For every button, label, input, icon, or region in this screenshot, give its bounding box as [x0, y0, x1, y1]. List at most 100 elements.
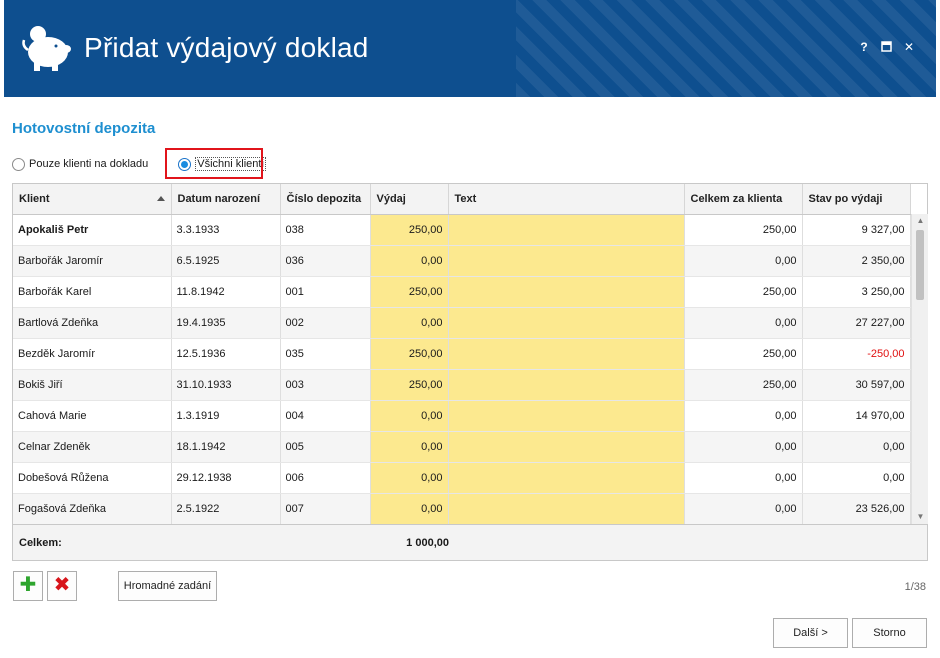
table-row[interactable]: Cahová Marie 1.3.1919 004 0,00 0,00 14 9…: [13, 400, 911, 432]
cell-vydaj[interactable]: 0,00: [370, 493, 449, 525]
cell-cislo[interactable]: 005: [280, 431, 371, 463]
cell-celkem[interactable]: 0,00: [684, 462, 803, 494]
cell-klient[interactable]: Bezděk Jaromír: [13, 338, 172, 370]
cell-vydaj[interactable]: 250,00: [370, 338, 449, 370]
cell-vydaj[interactable]: 0,00: [370, 307, 449, 339]
cell-stav[interactable]: 27 227,00: [802, 307, 911, 339]
cell-text[interactable]: [448, 493, 685, 525]
cell-klient[interactable]: Bartlová Zdeňka: [13, 307, 172, 339]
cell-datum[interactable]: 2.5.1922: [171, 493, 281, 525]
cell-klient[interactable]: Barbořák Karel: [13, 276, 172, 308]
add-row-button[interactable]: ✚: [13, 571, 43, 601]
column-header-celkem[interactable]: Celkem za klienta: [684, 184, 803, 215]
cell-text[interactable]: [448, 307, 685, 339]
column-header-text[interactable]: Text: [448, 184, 685, 215]
table-row[interactable]: Barbořák Jaromír 6.5.1925 036 0,00 0,00 …: [13, 245, 911, 277]
cell-vydaj[interactable]: 0,00: [370, 462, 449, 494]
column-header-klient[interactable]: Klient: [13, 184, 172, 215]
close-button[interactable]: ✕: [902, 40, 916, 54]
cell-datum[interactable]: 3.3.1933: [171, 214, 281, 246]
cell-klient[interactable]: Barbořák Jaromír: [13, 245, 172, 277]
delete-row-button[interactable]: ✖: [47, 571, 77, 601]
cell-text[interactable]: [448, 214, 685, 246]
table-row[interactable]: Bartlová Zdeňka 19.4.1935 002 0,00 0,00 …: [13, 307, 911, 339]
cell-cislo[interactable]: 006: [280, 462, 371, 494]
cell-stav[interactable]: 0,00: [802, 431, 911, 463]
cell-datum[interactable]: 29.12.1938: [171, 462, 281, 494]
cell-cislo[interactable]: 001: [280, 276, 371, 308]
table-row[interactable]: Bokiš Jiří 31.10.1933 003 250,00 250,00 …: [13, 369, 911, 401]
cell-datum[interactable]: 31.10.1933: [171, 369, 281, 401]
cell-datum[interactable]: 6.5.1925: [171, 245, 281, 277]
cell-vydaj[interactable]: 250,00: [370, 276, 449, 308]
cell-stav[interactable]: 2 350,00: [802, 245, 911, 277]
cell-cislo[interactable]: 004: [280, 400, 371, 432]
cell-vydaj[interactable]: 0,00: [370, 245, 449, 277]
cell-celkem[interactable]: 250,00: [684, 369, 803, 401]
radio-only-on-document[interactable]: Pouze klienti na dokladu: [12, 157, 148, 171]
table-row[interactable]: Apokališ Petr 3.3.1933 038 250,00 250,00…: [13, 214, 911, 246]
cell-celkem[interactable]: 250,00: [684, 276, 803, 308]
cell-cislo[interactable]: 035: [280, 338, 371, 370]
cell-cislo[interactable]: 036: [280, 245, 371, 277]
cell-stav[interactable]: 0,00: [802, 462, 911, 494]
next-button[interactable]: Další >: [773, 618, 848, 648]
cell-vydaj[interactable]: 250,00: [370, 369, 449, 401]
table-row[interactable]: Dobešová Růžena 29.12.1938 006 0,00 0,00…: [13, 462, 911, 494]
cell-datum[interactable]: 1.3.1919: [171, 400, 281, 432]
column-header-vydaj[interactable]: Výdaj: [370, 184, 449, 215]
cell-klient[interactable]: Dobešová Růžena: [13, 462, 172, 494]
cell-vydaj[interactable]: 250,00: [370, 214, 449, 246]
cell-celkem[interactable]: 250,00: [684, 214, 803, 246]
help-button[interactable]: ?: [857, 40, 871, 54]
table-row[interactable]: Barbořák Karel 11.8.1942 001 250,00 250,…: [13, 276, 911, 308]
scroll-down-icon[interactable]: ▼: [912, 510, 929, 524]
cell-datum[interactable]: 18.1.1942: [171, 431, 281, 463]
cell-text[interactable]: [448, 462, 685, 494]
table-row[interactable]: Fogašová Zdeňka 2.5.1922 007 0,00 0,00 2…: [13, 493, 911, 525]
cell-stav[interactable]: 30 597,00: [802, 369, 911, 401]
cell-stav[interactable]: 23 526,00: [802, 493, 911, 525]
cell-stav[interactable]: -250,00: [802, 338, 911, 370]
vertical-scrollbar[interactable]: ▲ ▼: [911, 214, 928, 524]
cell-text[interactable]: [448, 276, 685, 308]
cell-stav[interactable]: 3 250,00: [802, 276, 911, 308]
cell-celkem[interactable]: 0,00: [684, 245, 803, 277]
bulk-entry-button[interactable]: Hromadné zadání: [118, 571, 217, 601]
cell-klient[interactable]: Apokališ Petr: [13, 214, 172, 246]
cell-vydaj[interactable]: 0,00: [370, 400, 449, 432]
cell-celkem[interactable]: 0,00: [684, 431, 803, 463]
cell-vydaj[interactable]: 0,00: [370, 431, 449, 463]
cell-klient[interactable]: Celnar Zdeněk: [13, 431, 172, 463]
cell-celkem[interactable]: 250,00: [684, 338, 803, 370]
table-row[interactable]: Celnar Zdeněk 18.1.1942 005 0,00 0,00 0,…: [13, 431, 911, 463]
cell-cislo[interactable]: 007: [280, 493, 371, 525]
cell-celkem[interactable]: 0,00: [684, 400, 803, 432]
maximize-button[interactable]: [879, 40, 893, 54]
column-header-stav[interactable]: Stav po výdaji: [802, 184, 911, 215]
cell-text[interactable]: [448, 400, 685, 432]
cell-klient[interactable]: Cahová Marie: [13, 400, 172, 432]
cell-cislo[interactable]: 003: [280, 369, 371, 401]
column-header-datum[interactable]: Datum narození: [171, 184, 281, 215]
cell-datum[interactable]: 19.4.1935: [171, 307, 281, 339]
scroll-thumb[interactable]: [916, 230, 924, 300]
cell-cislo[interactable]: 038: [280, 214, 371, 246]
cell-stav[interactable]: 14 970,00: [802, 400, 911, 432]
cell-celkem[interactable]: 0,00: [684, 493, 803, 525]
cell-stav[interactable]: 9 327,00: [802, 214, 911, 246]
table-row[interactable]: Bezděk Jaromír 12.5.1936 035 250,00 250,…: [13, 338, 911, 370]
cell-text[interactable]: [448, 245, 685, 277]
cell-datum[interactable]: 11.8.1942: [171, 276, 281, 308]
cell-klient[interactable]: Fogašová Zdeňka: [13, 493, 172, 525]
column-header-cislo[interactable]: Číslo depozita: [280, 184, 371, 215]
cell-klient[interactable]: Bokiš Jiří: [13, 369, 172, 401]
cell-cislo[interactable]: 002: [280, 307, 371, 339]
cell-text[interactable]: [448, 338, 685, 370]
cell-text[interactable]: [448, 431, 685, 463]
scroll-up-icon[interactable]: ▲: [912, 214, 929, 228]
cancel-button[interactable]: Storno: [852, 618, 927, 648]
cell-celkem[interactable]: 0,00: [684, 307, 803, 339]
cell-datum[interactable]: 12.5.1936: [171, 338, 281, 370]
cell-text[interactable]: [448, 369, 685, 401]
